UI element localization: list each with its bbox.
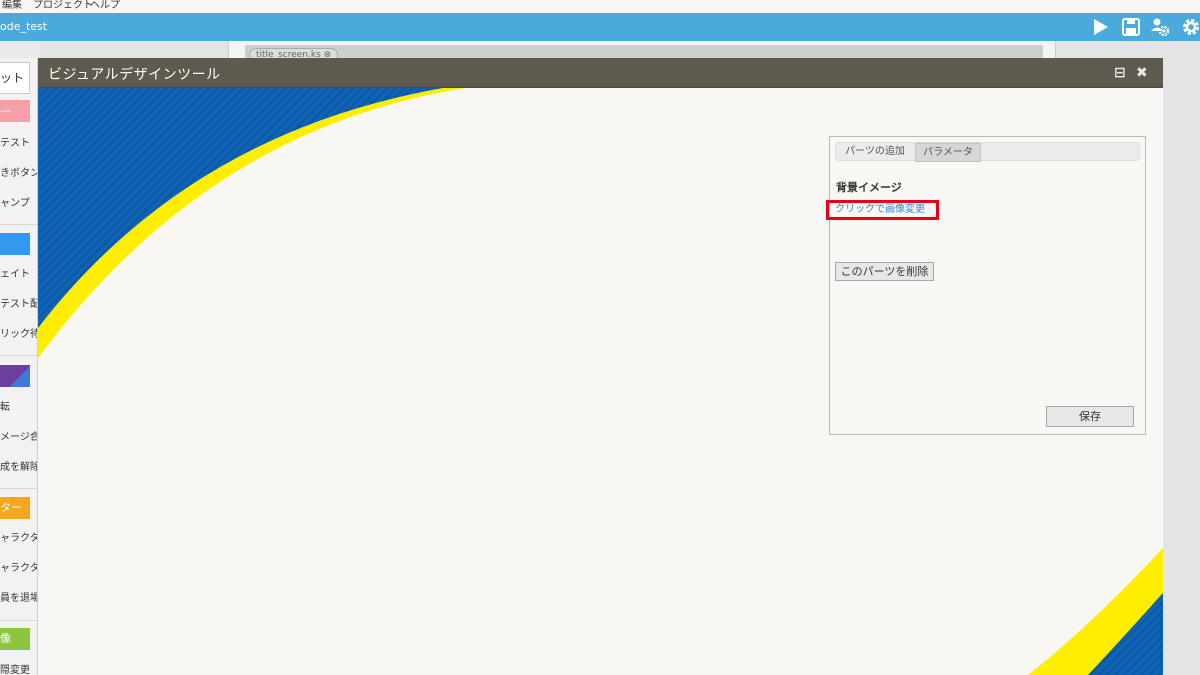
- category-system[interactable]: [0, 233, 30, 255]
- palette-item[interactable]: テスト: [0, 134, 30, 149]
- editor-tab-strip: [245, 45, 1043, 59]
- palette-item[interactable]: ャラクター: [0, 529, 37, 544]
- palette-item[interactable]: ャンプ: [0, 194, 30, 209]
- palette-item[interactable]: 転: [0, 398, 10, 413]
- menu-edit[interactable]: 編集: [2, 0, 22, 12]
- category-image[interactable]: 像: [0, 628, 30, 650]
- tab-add-parts[interactable]: パーツの追加: [836, 143, 914, 162]
- menu-help[interactable]: ヘルプ: [90, 0, 120, 12]
- divider: [0, 224, 37, 225]
- panel-tabs: パーツの追加 パラメータ: [835, 142, 1140, 162]
- palette-item[interactable]: リック待ち: [0, 325, 37, 340]
- category-effect[interactable]: [0, 365, 30, 387]
- component-palette: ット — テスト きボタン ャンプ ェイト テスト配置 リック待ち 転 メージ合…: [0, 58, 38, 675]
- palette-item[interactable]: テスト配置: [0, 295, 37, 310]
- close-icon[interactable]: ✖: [1136, 65, 1148, 81]
- category-character[interactable]: ター: [0, 497, 30, 519]
- design-canvas: パーツの追加 パラメータ 背景イメージ クリックで画像変更 このパーツを削除 保…: [38, 88, 1163, 675]
- divider: [0, 488, 37, 489]
- divider: [0, 620, 37, 621]
- palette-item[interactable]: 隠変更: [0, 661, 30, 675]
- palette-item[interactable]: 成を解除: [0, 458, 37, 473]
- blue-swoosh-top: [38, 88, 443, 328]
- delete-part-button[interactable]: このパーツを削除: [835, 262, 934, 281]
- play-icon[interactable]: [1090, 17, 1110, 37]
- dialog-title: ビジュアルデザインツール: [48, 67, 221, 83]
- project-name: ode_test: [0, 20, 48, 33]
- category-text[interactable]: —: [0, 100, 30, 122]
- palette-item[interactable]: ェイト: [0, 265, 30, 280]
- users-gear-icon[interactable]: [1150, 17, 1170, 37]
- palette-item[interactable]: ャラクター: [0, 559, 37, 574]
- background-image-label: 背景イメージ: [836, 181, 902, 194]
- palette-item[interactable]: 員を退場: [0, 589, 37, 604]
- minimize-icon[interactable]: ⊟: [1114, 65, 1126, 81]
- tab-parameters[interactable]: パラメータ: [915, 143, 981, 162]
- menu-project[interactable]: プロジェクト: [33, 0, 93, 12]
- palette-item[interactable]: きボタン: [0, 164, 37, 179]
- app-toolbar: ode_test: [0, 13, 1200, 41]
- gear-icon[interactable]: [1181, 17, 1200, 37]
- visual-design-dialog: ビジュアルデザインツール ⊟ ✖ パーツの追加 パラメータ 背景イメージ クリッ…: [38, 58, 1163, 675]
- palette-item[interactable]: メージ合成: [0, 428, 37, 443]
- menu-bar: 編集 プロジェクト ヘルプ: [0, 0, 1200, 13]
- change-image-link[interactable]: クリックで画像変更: [826, 200, 939, 220]
- save-icon[interactable]: [1121, 17, 1141, 37]
- save-button[interactable]: 保存: [1046, 406, 1134, 427]
- palette-tab[interactable]: ット: [0, 62, 30, 94]
- properties-panel: パーツの追加 パラメータ 背景イメージ クリックで画像変更 このパーツを削除 保…: [826, 136, 1146, 435]
- dialog-header: ビジュアルデザインツール ⊟ ✖: [38, 58, 1163, 88]
- divider: [0, 355, 37, 356]
